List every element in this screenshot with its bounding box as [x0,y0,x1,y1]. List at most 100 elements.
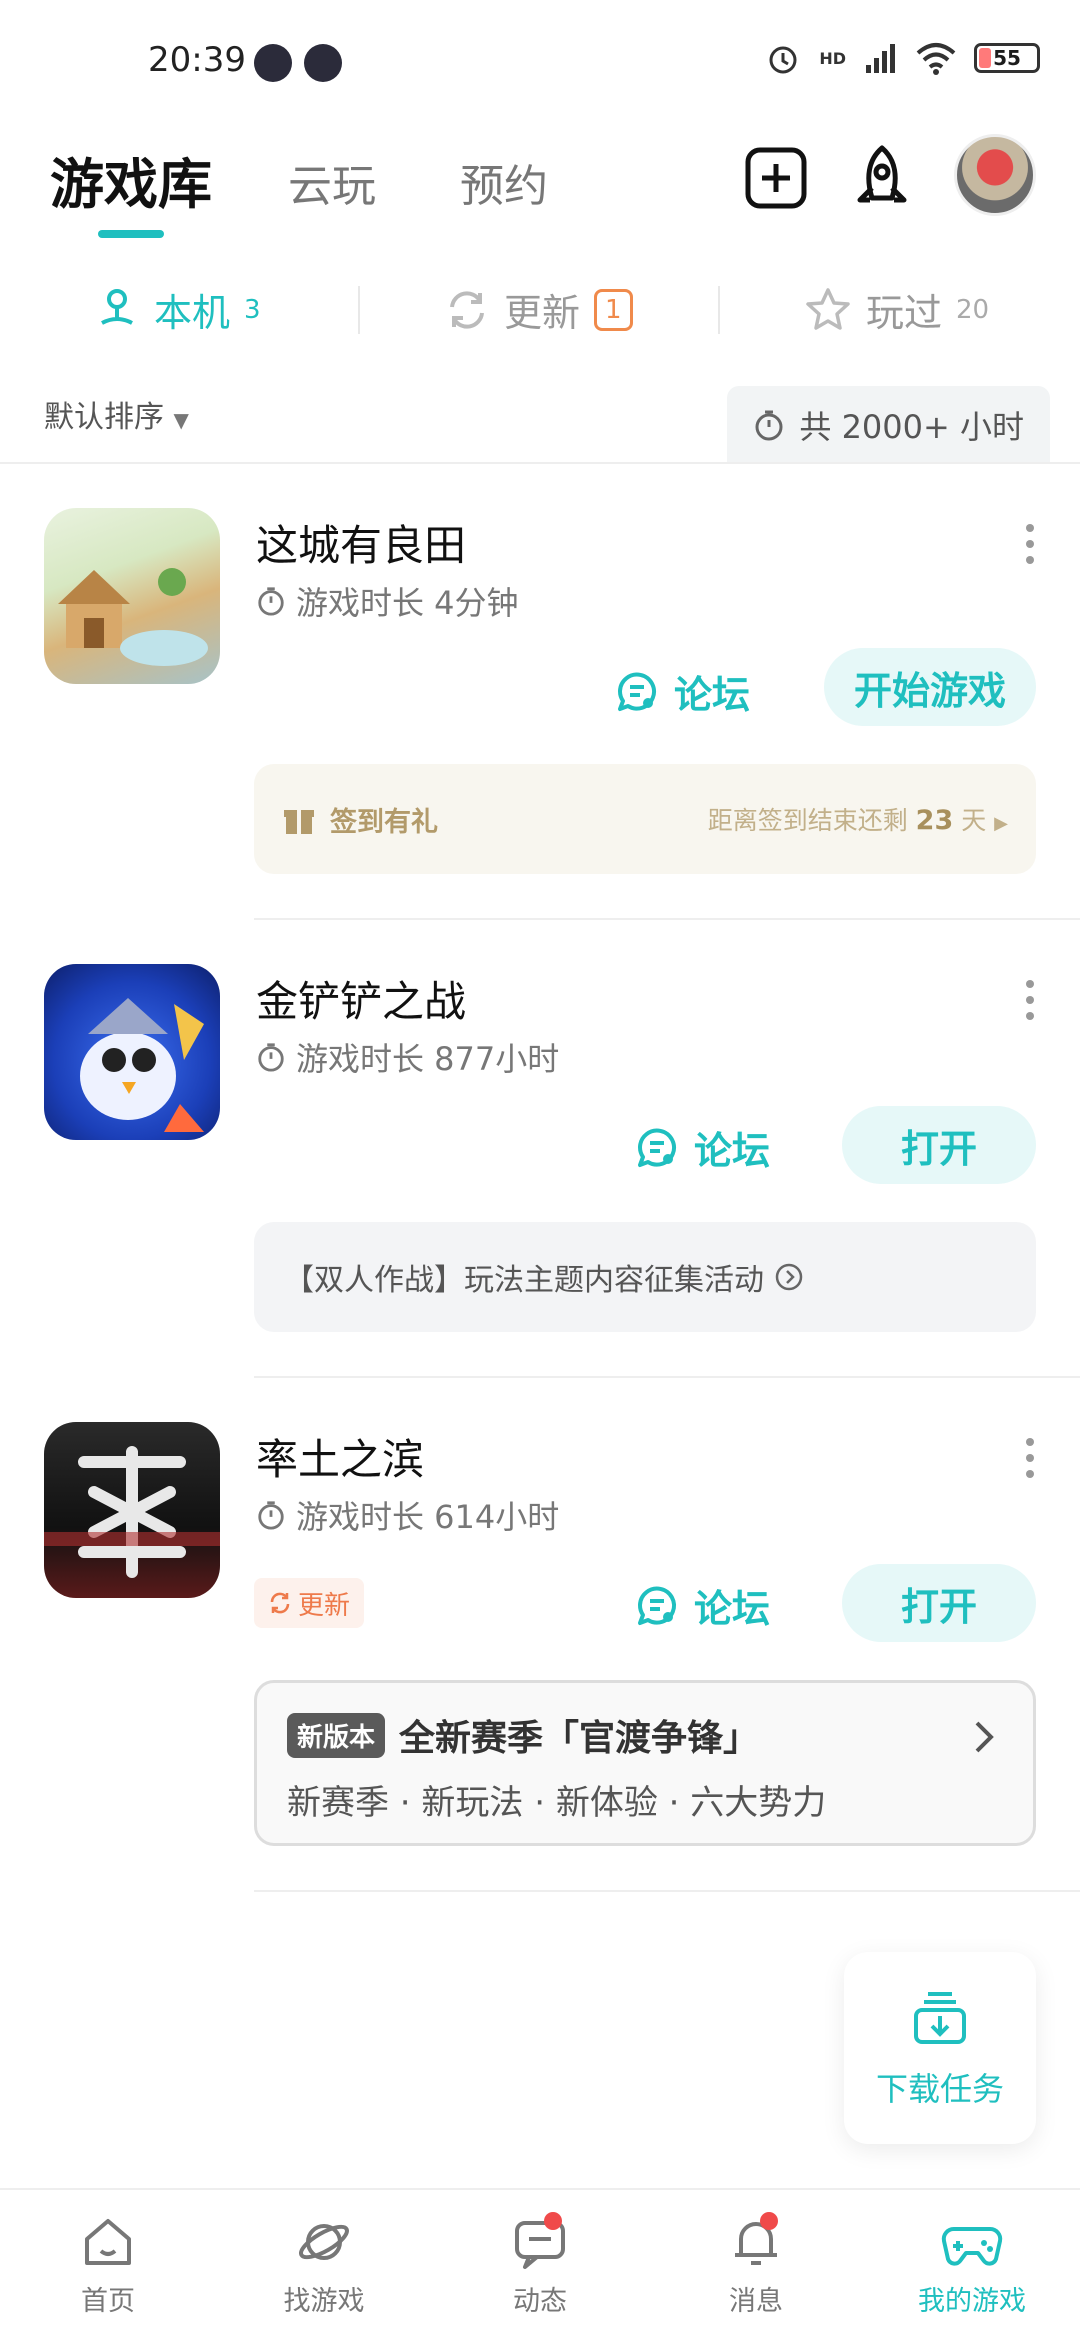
game-title[interactable]: 金铲铲之战 [256,968,466,1029]
forum-button[interactable]: 论坛 [614,664,750,719]
planet-icon [299,2223,349,2260]
subtab-played-count: 20 [956,294,990,325]
nav-my-games[interactable]: 我的游戏 [864,2190,1080,2340]
nav-feed-label: 动态 [513,2285,567,2317]
checkin-promo-banner[interactable]: 签到有礼 距离签到结束还剩 23 天 ▶ [254,764,1036,874]
open-game-button[interactable]: 打开 [842,1564,1036,1642]
checkin-countdown: 距离签到结束还剩 23 天 ▶ [708,801,1008,837]
download-tasks-button[interactable]: 下载任务 [844,1952,1036,2144]
game-title[interactable]: 这城有良田 [256,512,466,573]
gift-icon [284,810,314,834]
home-icon [85,2218,131,2265]
sort-dropdown[interactable]: 默认排序 ▼ [44,392,189,436]
forum-button[interactable]: 论坛 [634,1120,770,1175]
chevron-right-icon: ▶ [994,813,1008,834]
star-icon [806,287,850,330]
wifi-icon [916,43,956,75]
subtab-updates-label: 更新 [504,291,581,335]
chat-icon [638,1128,676,1167]
add-icon[interactable] [740,142,812,214]
game-playtime-text: 游戏时长 4分钟 [296,584,519,622]
game-icon-jinchanchanzhizhan[interactable] [44,964,220,1140]
chevron-right-icon [975,1721,994,1753]
subtab-divider [718,286,720,334]
total-playtime: 共 2000+ 小时 [727,386,1050,464]
nav-messages-label: 消息 [729,2285,783,2317]
nav-my-games-label: 我的游戏 [918,2285,1026,2317]
subtab-updates-count: 1 [594,288,633,331]
chat-icon [638,1586,676,1625]
event-promo-text: 【双人作战】玩法主题内容征集活动 [284,1263,764,1298]
tiktok-notification-icon [304,44,342,82]
game-title[interactable]: 率土之滨 [256,1426,424,1487]
more-options-icon[interactable] [1026,524,1036,564]
signal-icon [866,44,895,73]
download-tray-icon [914,1992,966,2044]
forum-label: 论坛 [694,1129,771,1173]
game-playtime-text: 游戏时长 877小时 [296,1040,560,1078]
tab-game-library[interactable]: 游戏库 [50,140,212,219]
battery-level: 55 [993,46,1021,70]
checkin-days-unit: 天 [961,806,987,835]
row-divider [254,1890,1080,1892]
forum-label: 论坛 [694,1587,771,1631]
chat-icon [618,672,656,711]
rocket-icon[interactable] [846,142,918,214]
total-playtime-text: 共 2000+ 小时 [799,408,1024,446]
new-version-badge: 新版本 [287,1712,386,1758]
subtab-played[interactable]: 玩过 20 [804,282,989,337]
gamepad-icon [941,2226,1003,2266]
checkin-countdown-prefix: 距离签到结束还剩 [707,806,908,835]
more-options-icon[interactable] [1026,980,1036,1020]
game-playtime: 游戏时长 4分钟 [256,578,519,624]
status-time: 20:39 [148,40,246,80]
update-tag[interactable]: 更新 [254,1578,365,1628]
nav-messages[interactable]: 消息 [648,2190,864,2340]
game-icon-zhechengyouliangtian[interactable] [44,508,220,684]
checkin-days: 23 [915,805,954,836]
subtab-divider [358,286,360,334]
notification-dot [544,2212,562,2230]
more-options-icon[interactable] [1026,1438,1036,1478]
checkin-label: 签到有礼 [330,806,438,838]
section-divider [0,462,1080,464]
new-version-promo-banner[interactable]: 新版本 全新赛季「官渡争锋」 新赛季 · 新玩法 · 新体验 · 六大势力 [254,1680,1036,1846]
game-playtime: 游戏时长 614小时 [256,1492,559,1538]
nav-home[interactable]: 首页 [0,2190,216,2340]
stopwatch-icon [258,587,284,616]
stopwatch-icon [258,1501,284,1530]
new-version-subtitle: 新赛季 · 新玩法 · 新体验 · 六大势力 [287,1783,827,1823]
update-tag-label: 更新 [298,1590,351,1621]
nav-discover[interactable]: 找游戏 [216,2190,432,2340]
nav-discover-label: 找游戏 [283,2285,365,2317]
tab-cloud-play[interactable]: 云玩 [288,150,376,214]
bottom-navigation: 首页 找游戏 动态 消息 我的游戏 [0,2188,1080,2340]
game-playtime-text: 游戏时长 614小时 [296,1498,560,1536]
forum-button[interactable]: 论坛 [634,1578,770,1633]
subtab-local-label: 本机 [154,291,231,335]
network-type: HD [819,48,846,68]
open-game-button[interactable]: 打开 [842,1106,1036,1184]
subtab-local-count: 3 [244,294,261,325]
battery-icon: 55 [974,43,1040,73]
user-avatar[interactable] [954,134,1036,216]
event-promo-banner[interactable]: 【双人作战】玩法主题内容征集活动 [254,1222,1036,1332]
subtab-updates[interactable]: 更新 1 [444,282,633,337]
sort-label: 默认排序 [44,400,164,435]
notification-app-icon [254,44,292,82]
row-divider [254,918,1080,920]
tab-reservations[interactable]: 预约 [460,150,548,214]
subtab-played-label: 玩过 [866,291,943,335]
stopwatch-icon [755,410,783,441]
subtab-local[interactable]: 本机 3 [94,282,261,337]
download-tasks-label: 下载任务 [875,2070,1004,2108]
caret-down-icon: ▼ [173,408,189,432]
nav-feed[interactable]: 动态 [432,2190,648,2340]
start-game-button[interactable]: 开始游戏 [824,648,1036,726]
game-playtime: 游戏时长 877小时 [256,1034,559,1080]
nav-home-label: 首页 [81,2285,135,2317]
notification-dot [760,2212,778,2230]
game-icon-shuaituzhibin[interactable] [44,1422,220,1598]
stopwatch-icon [258,1043,284,1072]
local-device-icon [101,288,133,325]
